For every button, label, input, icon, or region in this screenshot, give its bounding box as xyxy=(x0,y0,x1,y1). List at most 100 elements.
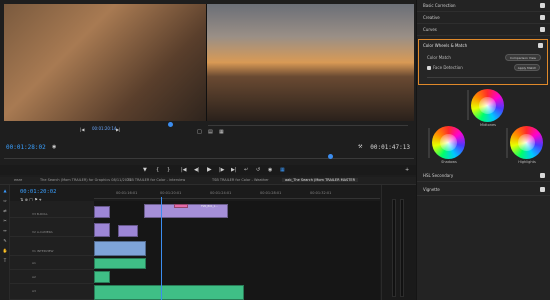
razor-tool-icon[interactable]: ✂ xyxy=(2,218,8,223)
track-name: V2 A-CAMERA xyxy=(32,230,53,234)
tab-sequence[interactable]: TSB TRAILER for Color - Weather xyxy=(212,178,269,182)
ruler-label: 00:01:20:01 xyxy=(160,191,182,195)
comparison-view-icon[interactable]: ▦ xyxy=(280,165,285,175)
section-label: HSL Secondary xyxy=(423,173,454,178)
section-checkbox[interactable] xyxy=(540,15,545,20)
ruler-label: 00:01:24:01 xyxy=(210,191,232,195)
comparison-divider xyxy=(206,4,207,121)
section-checkbox[interactable] xyxy=(540,27,545,32)
prev-frame-icon[interactable]: |◀ xyxy=(80,127,84,132)
program-playhead[interactable] xyxy=(328,154,333,159)
sequence-tabs: eeze The Search (Mom TRAILER) for Graphi… xyxy=(0,177,416,185)
current-timecode[interactable]: 00:01:28:02 xyxy=(6,144,46,151)
side-by-side-icon[interactable]: □ xyxy=(197,129,202,135)
insert-icon[interactable]: ↵ xyxy=(244,165,248,175)
track-headers: V3 B-ROLL V2 A-CAMERA V1 INTERVIEW A1 A2… xyxy=(10,201,94,300)
reference-scrubber[interactable]: |◀ ▶| □ ▤ ▦ xyxy=(0,122,416,135)
apply-match-button[interactable]: Apply Match xyxy=(514,64,540,71)
section-checkbox[interactable] xyxy=(540,3,545,8)
section-vignette[interactable]: Vignette xyxy=(417,184,550,196)
go-to-out-icon[interactable]: ▶| xyxy=(231,165,237,175)
shadows-wheel[interactable] xyxy=(432,126,465,159)
comparison-view-button[interactable]: Comparison View xyxy=(505,54,541,61)
go-to-in-icon[interactable]: |◀ xyxy=(181,165,187,175)
pen-tool-icon[interactable]: ✎ xyxy=(2,238,8,243)
export-frame-icon[interactable]: ◉ xyxy=(268,165,272,175)
ripple-edit-icon[interactable]: ⇄ xyxy=(2,208,8,213)
section-curves[interactable]: Curves xyxy=(417,24,550,36)
step-back-icon[interactable]: ◀| xyxy=(194,165,200,175)
section-basic-correction[interactable]: Basic Correction xyxy=(417,0,550,12)
timeline-timecode[interactable]: 00:01:20:02 xyxy=(20,189,56,195)
track-name: V3 B-ROLL xyxy=(32,212,48,216)
section-checkbox[interactable] xyxy=(540,187,545,192)
video-clip[interactable] xyxy=(94,241,146,256)
midtones-slider[interactable] xyxy=(467,90,469,120)
track-header-a3[interactable]: A3 xyxy=(10,284,94,300)
slip-tool-icon[interactable]: ↔ xyxy=(2,228,8,233)
track-select-icon[interactable]: ⇨ xyxy=(2,198,8,203)
track-header-a1[interactable]: A1 xyxy=(10,256,94,270)
comparison-reference-frame xyxy=(4,4,207,121)
track-header-a2[interactable]: A2 xyxy=(10,270,94,284)
scrub-handle[interactable] xyxy=(168,122,173,127)
timeline-tracks: TSM_B01_1... xyxy=(94,201,380,300)
tab-sequence[interactable]: The Search (Mom TRAILER) for Graphics 08… xyxy=(40,178,131,182)
selection-tool-icon[interactable]: ▲ xyxy=(2,188,8,193)
timeline-ruler[interactable]: 00:01:16:01 00:01:20:01 00:01:24:01 00:0… xyxy=(94,189,380,199)
swap-icon[interactable]: ▤ xyxy=(208,129,213,135)
track-header-v3[interactable]: V3 B-ROLL xyxy=(10,201,94,218)
highlights-slider[interactable] xyxy=(506,128,508,158)
track-header-v2[interactable]: V2 A-CAMERA xyxy=(10,218,94,237)
tab-sequence[interactable]: TSB TRAILER for Color - interview xyxy=(127,178,185,182)
step-forward-icon[interactable]: |▶ xyxy=(219,165,225,175)
color-match-label: Color Match xyxy=(427,55,451,60)
next-frame-icon[interactable]: ▶| xyxy=(116,127,120,132)
audio-meters xyxy=(381,185,416,300)
section-label: Curves xyxy=(423,27,437,32)
meter-right xyxy=(400,199,404,297)
midtones-label: Midtones xyxy=(480,123,496,127)
midtones-wheel[interactable] xyxy=(471,89,504,122)
timeline-playhead[interactable] xyxy=(161,197,162,300)
audio-clip[interactable] xyxy=(94,271,110,283)
video-clip[interactable] xyxy=(94,206,110,218)
wrench-icon[interactable]: ⚒ xyxy=(358,144,362,150)
section-checkbox[interactable] xyxy=(538,43,543,48)
hand-tool-icon[interactable]: ✋ xyxy=(2,248,8,253)
current-scrub-track[interactable] xyxy=(208,125,408,126)
tab-sequence-active[interactable]: aab_The Search (Mom TRAILER MASTER xyxy=(282,178,359,182)
section-creative[interactable]: Creative xyxy=(417,12,550,24)
track-header-v1[interactable]: V1 INTERVIEW xyxy=(10,237,94,256)
shadows-label: Shadows xyxy=(441,160,457,164)
highlights-wheel[interactable] xyxy=(510,126,543,159)
track-name: A1 xyxy=(32,261,36,265)
premiere-workspace: |◀ ▶| □ ▤ ▦ 00:01:20:14 00:01:28:02 ◉ ⚒ … xyxy=(0,0,550,300)
camera-icon[interactable]: ◉ xyxy=(52,144,56,150)
face-detection-checkbox[interactable] xyxy=(427,66,431,70)
section-label: Basic Correction xyxy=(423,3,456,8)
tab-sequence[interactable]: eeze xyxy=(14,178,22,182)
mark-out2-icon[interactable]: } xyxy=(167,165,170,175)
split-view-icon[interactable]: ▦ xyxy=(219,129,224,135)
section-hsl-secondary[interactable]: HSL Secondary xyxy=(417,170,550,182)
shadows-slider[interactable] xyxy=(428,128,430,158)
video-clip[interactable] xyxy=(118,225,138,237)
audio-clip[interactable] xyxy=(94,285,244,300)
mark-out-icon[interactable]: { xyxy=(156,165,159,175)
type-tool-icon[interactable]: T xyxy=(2,258,8,263)
ruler-label: 00:01:16:01 xyxy=(116,191,138,195)
video-clip-marker[interactable] xyxy=(174,204,188,208)
program-monitor: |◀ ▶| □ ▤ ▦ 00:01:20:14 00:01:28:02 ◉ ⚒ … xyxy=(0,0,416,165)
program-scrub-bar[interactable] xyxy=(4,158,414,162)
section-checkbox[interactable] xyxy=(540,173,545,178)
timeline-panel: eeze The Search (Mom TRAILER) for Graphi… xyxy=(0,177,416,300)
audio-clip[interactable] xyxy=(94,258,146,269)
match-slider-track[interactable] xyxy=(427,77,541,78)
section-label: Creative xyxy=(423,15,440,20)
video-clip[interactable] xyxy=(94,223,110,237)
add-button-icon[interactable]: + xyxy=(405,165,409,175)
overwrite-icon[interactable]: ↺ xyxy=(256,165,260,175)
mark-in-icon[interactable]: ▼ xyxy=(143,165,147,175)
play-icon[interactable]: ▶ xyxy=(207,165,212,175)
